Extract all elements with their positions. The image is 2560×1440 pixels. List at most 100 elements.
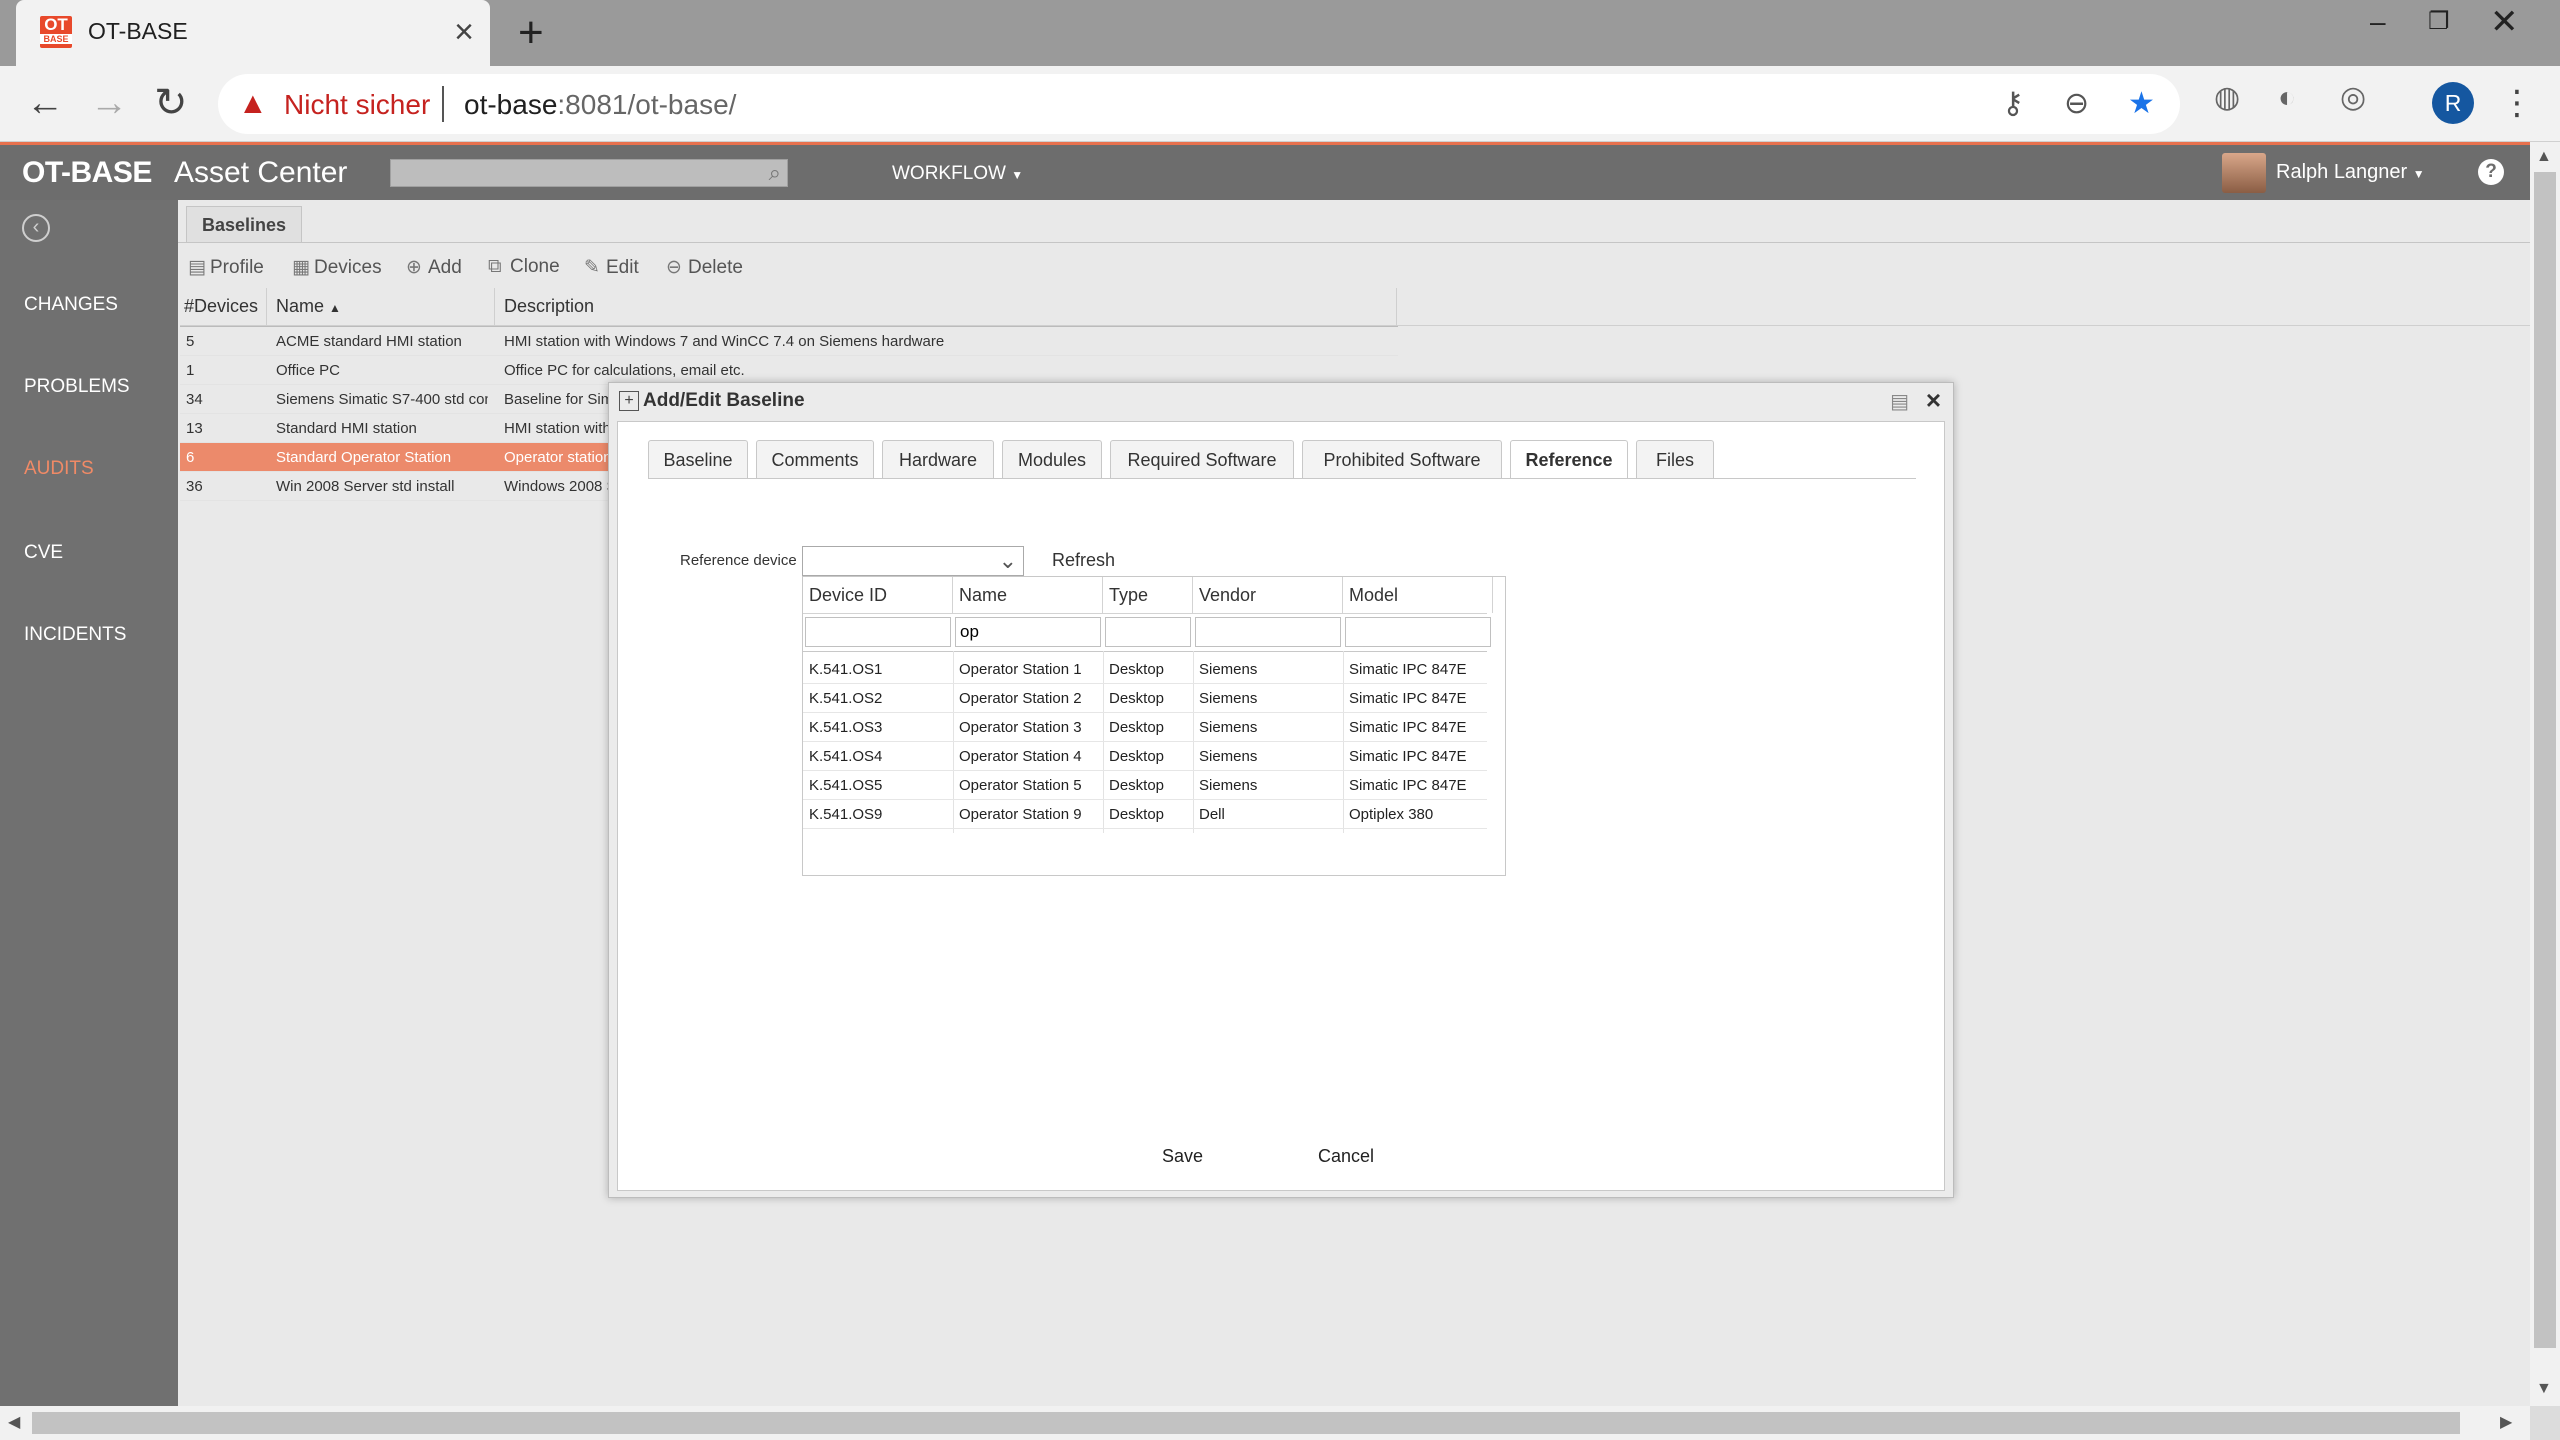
tab-hardware[interactable]: Hardware — [882, 440, 994, 478]
profile-button[interactable]: ▤ Profile — [188, 256, 264, 279]
tab-comments[interactable]: Comments — [756, 440, 874, 478]
collapse-sidebar-icon[interactable]: ‹ — [22, 214, 50, 242]
extension-code-icon[interactable]: ◎ — [2340, 80, 2366, 116]
sidebar-item-incidents[interactable]: INCIDENTS — [24, 624, 126, 646]
column-header-label: Type — [1109, 585, 1149, 605]
column-divider — [1396, 288, 1397, 326]
sidebar-item-problems[interactable]: PROBLEMS — [24, 376, 130, 398]
sidebar-item-cve[interactable]: CVE — [24, 542, 63, 564]
column-header-devices[interactable]: #Devices — [184, 296, 258, 317]
cell-devices: 6 — [186, 449, 195, 466]
extension-shield-icon[interactable]: ◍ — [2214, 80, 2240, 116]
cell-name: Operator Station 5 — [959, 777, 1082, 794]
url-host: ot-base — [464, 89, 558, 120]
edit-button[interactable]: ✎ Edit — [584, 256, 639, 279]
column-header-type[interactable]: Type — [1103, 577, 1193, 613]
tab-baseline[interactable]: Baseline — [648, 440, 748, 478]
reload-icon[interactable]: ↻ — [154, 80, 188, 126]
search-icon[interactable]: ⌕ — [769, 160, 781, 186]
back-arrow-icon[interactable]: ← — [26, 80, 64, 126]
delete-button-label: Delete — [688, 257, 743, 278]
user-menu[interactable]: Ralph Langner ▼ — [2276, 161, 2425, 184]
filter-model-input[interactable] — [1345, 617, 1491, 647]
tab-files[interactable]: Files — [1636, 440, 1714, 478]
clone-button[interactable]: ⧉ Clone — [488, 256, 560, 278]
column-header-name[interactable]: Name ▲ — [276, 296, 341, 317]
table-row[interactable]: K.541.OS3 Operator Station 3 Desktop Sie… — [803, 713, 1487, 742]
bookmark-star-icon[interactable]: ★ — [2128, 86, 2155, 122]
horizontal-scrollbar[interactable]: ◀ ▶ — [0, 1406, 2530, 1440]
filter-type-input[interactable] — [1105, 617, 1191, 647]
column-header-vendor[interactable]: Vendor — [1193, 577, 1343, 613]
window-minimize-icon[interactable]: – — [2370, 4, 2386, 40]
table-row[interactable]: K.541.OS5 Operator Station 5 Desktop Sie… — [803, 771, 1487, 800]
url-text[interactable]: ot-base:8081/ot-base/ — [464, 89, 736, 121]
tab-reference[interactable]: Reference — [1510, 440, 1628, 479]
filter-name-input[interactable] — [955, 617, 1101, 647]
help-icon[interactable]: ? — [2478, 159, 2504, 185]
tab-close-icon[interactable]: × — [454, 12, 474, 52]
table-row[interactable]: 5 ACME standard HMI station HMI station … — [180, 327, 1398, 356]
cell-name: Operator Station 4 — [959, 748, 1082, 765]
cancel-button[interactable]: Cancel — [1318, 1146, 1374, 1167]
sidebar-item-audits[interactable]: AUDITS — [24, 458, 94, 480]
table-row[interactable]: K.541.OS2 Operator Station 2 Desktop Sie… — [803, 684, 1487, 713]
window-restore-icon[interactable]: ❐ — [2428, 4, 2450, 40]
dialog-tab-divider — [648, 478, 1916, 479]
scroll-down-arrow-icon[interactable]: ▼ — [2536, 1380, 2552, 1398]
browser-menu-icon[interactable]: ⋮ — [2500, 80, 2534, 126]
app-subtitle: Asset Center — [174, 156, 348, 189]
brand-logo[interactable]: OT-BASE — [22, 156, 152, 190]
warning-triangle-icon: ▲ — [238, 87, 268, 120]
devices-button[interactable]: ▦ Devices — [292, 256, 382, 279]
new-tab-icon[interactable]: + — [518, 8, 544, 58]
vertical-scroll-thumb[interactable] — [2534, 172, 2556, 1348]
vertical-scrollbar[interactable]: ▲ ▼ — [2530, 142, 2560, 1406]
minus-circle-icon: ⊖ — [666, 257, 682, 278]
global-search-input[interactable]: ⌕ — [390, 159, 788, 187]
column-header-name[interactable]: Name — [953, 577, 1103, 613]
cell-model: Optiplex 380 — [1349, 806, 1434, 823]
table-row[interactable]: K.541.OS1 Operator Station 1 Desktop Sie… — [803, 655, 1487, 684]
reference-device-select[interactable]: ⌄ — [802, 546, 1024, 576]
tab-title: OT-BASE — [88, 18, 188, 44]
tab-prohibited-software[interactable]: Prohibited Software — [1302, 440, 1502, 478]
extension-circle-icon[interactable]: ◐ — [2278, 80, 2296, 116]
window-close-icon[interactable]: ✕ — [2490, 4, 2550, 40]
dialog-document-icon[interactable]: ▤ — [1890, 389, 1909, 414]
browser-tab[interactable]: OT BASE OT-BASE × — [16, 0, 490, 66]
dialog-close-icon[interactable]: × — [1926, 386, 1941, 414]
column-header-device-id[interactable]: Device ID — [803, 577, 953, 613]
zoom-out-icon[interactable]: ⊖ — [2064, 86, 2089, 122]
tab-required-software[interactable]: Required Software — [1110, 440, 1294, 478]
clone-icon: ⧉ — [488, 256, 502, 277]
scroll-right-arrow-icon[interactable]: ▶ — [2500, 1412, 2512, 1432]
edit-icon: ✎ — [584, 257, 600, 278]
delete-button[interactable]: ⊖ Delete — [666, 256, 743, 279]
refresh-button[interactable]: Refresh — [1052, 550, 1115, 571]
forward-arrow-icon[interactable]: → — [90, 80, 128, 126]
add-button[interactable]: ⊕ Add — [406, 256, 462, 279]
scroll-up-arrow-icon[interactable]: ▲ — [2536, 148, 2552, 166]
key-icon[interactable]: ⚷ — [2002, 86, 2024, 122]
table-row[interactable]: K.541.OS9 Operator Station 9 Desktop Del… — [803, 800, 1487, 829]
filter-device-id-input[interactable] — [805, 617, 951, 647]
filter-vendor-input[interactable] — [1195, 617, 1341, 647]
scroll-left-arrow-icon[interactable]: ◀ — [8, 1412, 20, 1432]
column-header-description[interactable]: Description — [504, 296, 594, 317]
table-row[interactable]: 1 Office PC Office PC for calculations, … — [180, 356, 1398, 385]
tab-modules[interactable]: Modules — [1002, 440, 1102, 478]
horizontal-scroll-thumb[interactable] — [32, 1412, 2460, 1434]
sidebar-item-changes[interactable]: CHANGES — [24, 294, 118, 316]
table-row[interactable]: K.541.OS4 Operator Station 4 Desktop Sie… — [803, 742, 1487, 771]
tab-baselines[interactable]: Baselines — [186, 206, 302, 242]
column-header-model[interactable]: Model — [1343, 577, 1493, 613]
workflow-menu[interactable]: WORKFLOW ▼ — [892, 163, 1023, 185]
user-avatar[interactable] — [2222, 153, 2266, 193]
cell-devices: 34 — [186, 391, 203, 408]
save-button[interactable]: Save — [1162, 1146, 1203, 1167]
security-warning-text[interactable]: Nicht sicher — [284, 89, 430, 121]
profile-avatar[interactable]: R — [2432, 82, 2474, 124]
browser-toolbar: ← → ↻ ▲ Nicht sicher ot-base:8081/ot-bas… — [0, 66, 2560, 142]
address-bar[interactable]: ▲ Nicht sicher ot-base:8081/ot-base/ ⚷ ⊖… — [218, 74, 2180, 134]
